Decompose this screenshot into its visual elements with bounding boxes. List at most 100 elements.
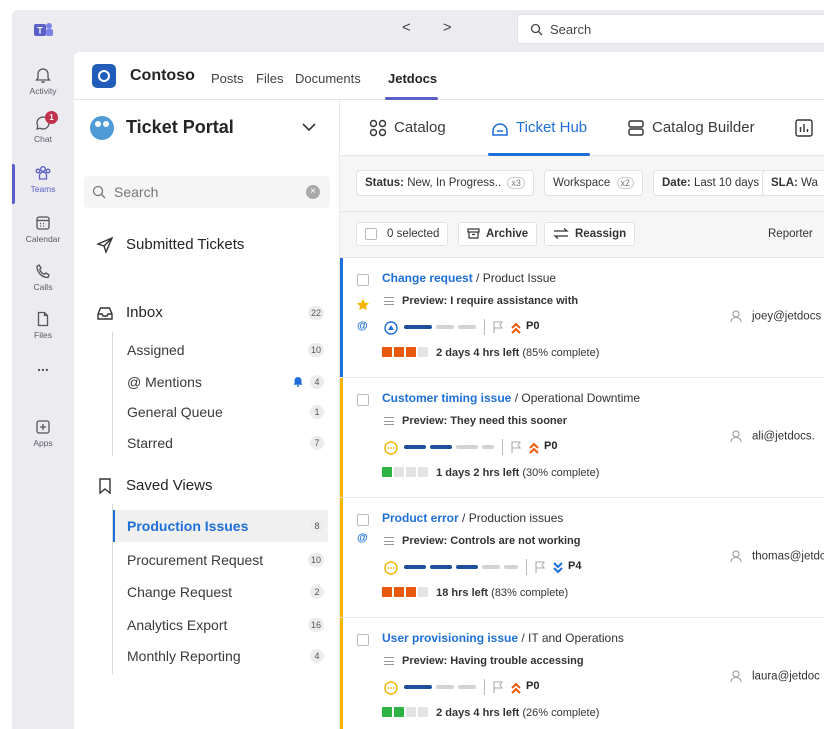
procurement-request-count: 10 [307, 553, 324, 567]
calendar-icon [36, 216, 50, 230]
rail-teams[interactable]: Teams [12, 158, 74, 206]
rail-apps[interactable]: Apps [12, 412, 74, 460]
ticket-row[interactable]: User provisioning issue / IT and Operati… [340, 618, 824, 729]
ticket-reporter[interactable]: ali@jetdocs. [730, 430, 815, 443]
ticket-title[interactable]: Customer timing issue / Operational Down… [382, 391, 640, 405]
progress-segment [482, 565, 500, 569]
send-icon [96, 236, 114, 254]
ticket-checkbox[interactable] [357, 634, 369, 646]
archive-icon [467, 228, 480, 240]
starred-count: 7 [310, 436, 324, 450]
ticket-title-link[interactable]: Product error [382, 511, 459, 525]
analytics-export-count: 16 [307, 618, 324, 632]
filter-date[interactable]: Date: Last 10 days [653, 170, 769, 196]
back-forward-arrows[interactable]: < > [402, 19, 466, 36]
ticket-reporter[interactable]: joey@jetdocs [730, 310, 821, 323]
ticket-title-link[interactable]: User provisioning issue [382, 631, 518, 645]
filter-sla[interactable]: SLA: Wa [762, 170, 824, 196]
bookmark-icon [99, 478, 111, 495]
portal-search-input[interactable]: Search × [84, 176, 330, 208]
inbox-item[interactable]: Inbox 22 [90, 300, 328, 326]
ticket-sla: 2 days 4 hrs left (85% complete) [382, 347, 599, 361]
ticket-checkbox[interactable] [357, 274, 369, 286]
tab-posts[interactable]: Posts [211, 71, 244, 86]
chevron-down-icon[interactable] [302, 122, 316, 132]
chat-badge: 1 [45, 111, 58, 124]
ticket-reporter[interactable]: laura@jetdoc [730, 670, 820, 683]
sidebar-item-change-request[interactable]: Change Request 2 [113, 578, 328, 606]
progress-segment [458, 685, 476, 689]
ticket-title-link[interactable]: Change request [382, 271, 473, 285]
star-icon[interactable] [356, 298, 370, 312]
app-tabs: Catalog Ticket Hub Catalog Builder [340, 100, 824, 156]
reporter-column-header[interactable]: Reporter [768, 228, 813, 240]
teams-window: T Activity 1 Chat Teams Calendar Calls F… [12, 10, 824, 729]
filter-status[interactable]: Status: New, In Progress.. x3 [356, 170, 534, 196]
ticket-checkbox[interactable] [357, 394, 369, 406]
tab-documents[interactable]: Documents [295, 71, 361, 86]
tab-jetdocs[interactable]: Jetdocs [388, 71, 437, 86]
global-search-input[interactable]: Search [517, 14, 824, 44]
submitted-tickets-item[interactable]: Submitted Tickets [90, 232, 328, 258]
flag-icon[interactable] [492, 681, 504, 694]
selected-count: 0 selected [387, 228, 440, 240]
priority-high-icon [529, 442, 539, 454]
ticket-accent [340, 258, 343, 377]
rail-chat-label: Chat [34, 134, 52, 144]
teams-logo-icon[interactable]: T [31, 18, 55, 42]
ticket-preview: Preview: Having trouble accessing [384, 655, 584, 667]
sidebar-item-assigned[interactable]: Assigned 10 [113, 336, 328, 364]
rail-activity[interactable]: Activity [12, 60, 74, 108]
ticket-title[interactable]: Change request / Product Issue [382, 271, 556, 285]
archive-button[interactable]: Archive [458, 222, 538, 246]
saved-views-item[interactable]: Saved Views [90, 473, 328, 499]
sidebar-item-general-queue[interactable]: General Queue 1 [113, 398, 328, 426]
sidebar-item-starred[interactable]: Starred 7 [113, 429, 328, 457]
filter-workspace[interactable]: Workspace x2 [544, 170, 644, 196]
divider [502, 439, 503, 455]
ticket-row[interactable]: Change request / Product Issue Preview: … [340, 258, 824, 378]
ticket-row[interactable]: Product error / Production issues @ Prev… [340, 498, 824, 618]
flag-icon[interactable] [492, 321, 504, 334]
ticket-reporter[interactable]: thomas@jetdo [730, 550, 824, 563]
ticket-title[interactable]: User provisioning issue / IT and Operati… [382, 631, 624, 645]
filter-sla-key: SLA: [771, 177, 798, 189]
sidebar-item-procurement-request[interactable]: Procurement Request 10 [113, 546, 328, 574]
flag-icon[interactable] [534, 561, 546, 574]
ticket-row[interactable]: Customer timing issue / Operational Down… [340, 378, 824, 498]
rail-calls[interactable]: Calls [12, 256, 74, 304]
ticket-checkbox[interactable] [357, 514, 369, 526]
clear-search-icon[interactable]: × [306, 185, 320, 199]
preview-lines-icon [384, 297, 394, 306]
sidebar-item-production-issues[interactable]: Production Issues 8 [113, 510, 328, 542]
sla-block [382, 347, 392, 357]
progress-segment [430, 445, 452, 449]
sidebar-item-analytics-export[interactable]: Analytics Export 16 [113, 611, 328, 639]
flag-icon[interactable] [510, 441, 522, 454]
ticket-sla: 18 hrs left (83% complete) [382, 587, 568, 601]
rail-chat[interactable]: 1 Chat [12, 108, 74, 156]
search-icon [92, 185, 106, 199]
reassign-button[interactable]: Reassign [544, 222, 636, 246]
ticket-title-link[interactable]: Customer timing issue [382, 391, 511, 405]
rail-calendar[interactable]: Calendar [12, 208, 74, 256]
in-progress-status-icon [384, 321, 398, 335]
sidebar-item-mentions[interactable]: @ Mentions 4 [113, 368, 328, 396]
rail-more[interactable]: ... [12, 358, 74, 406]
procurement-request-label: Procurement Request [127, 552, 264, 568]
priority-low-icon [553, 562, 563, 574]
sidebar-item-monthly-reporting[interactable]: Monthly Reporting 4 [113, 642, 328, 670]
global-search-placeholder: Search [550, 22, 592, 37]
sla-time-left: 1 days 2 hrs left [436, 467, 520, 479]
progress-segment [458, 325, 476, 329]
ticket-title[interactable]: Product error / Production issues [382, 511, 563, 525]
rail-files[interactable]: Files [12, 304, 74, 352]
progress-segment [404, 685, 432, 689]
ticket-toolbar: 0 selected Archive Reassign Reporter [340, 212, 824, 258]
filter-workspace-value: Workspace [553, 177, 611, 189]
select-all-checkbox[interactable] [365, 228, 377, 240]
tab-files[interactable]: Files [256, 71, 283, 86]
select-all[interactable]: 0 selected [356, 222, 449, 246]
filter-date-value: Last 10 days [693, 177, 760, 189]
person-icon [730, 430, 742, 443]
